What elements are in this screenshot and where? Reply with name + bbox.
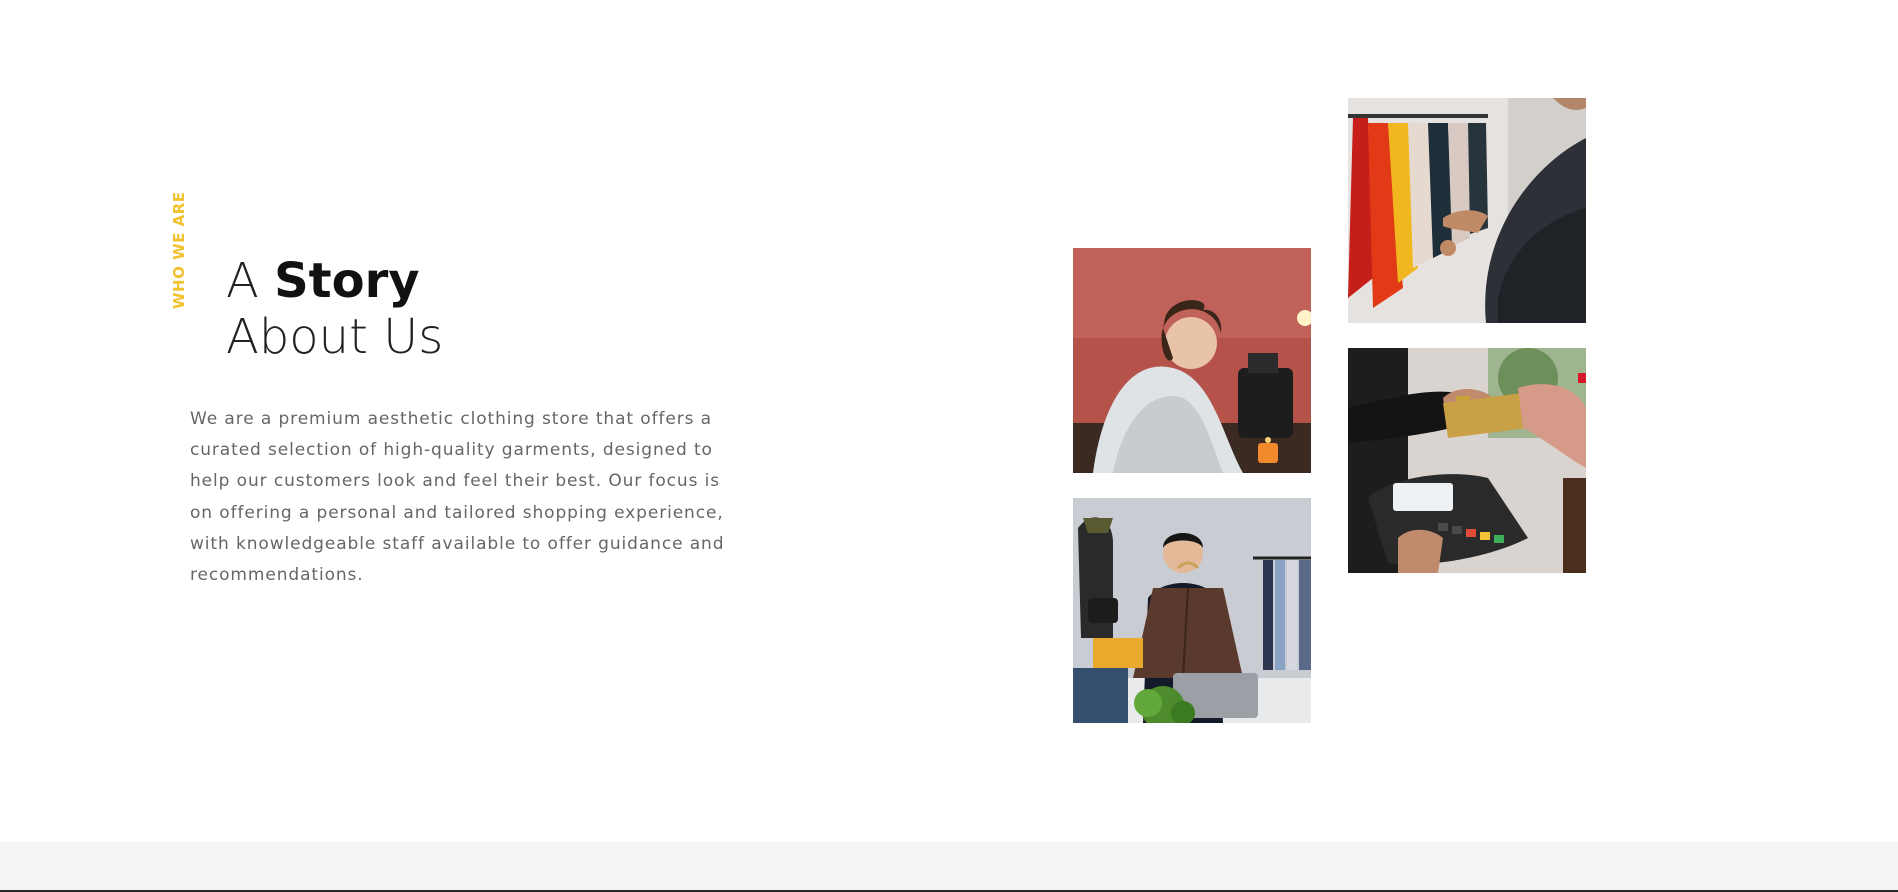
headline-emphasis: Story [274,253,420,309]
footer-band [0,842,1898,892]
card-payment-photo [1348,348,1586,573]
section-eyebrow: WHO WE ARE [170,191,188,310]
clothing-live-stream-photo [1073,498,1311,723]
headline-line-2: About Us [226,309,444,365]
about-section: WHO WE ARE A Story About Us We are a pre… [0,0,1898,892]
about-description: We are a premium aesthetic clothing stor… [190,409,725,586]
tailor-sewing-photo [1073,248,1311,473]
section-headline: A Story About Us [226,253,443,365]
clothes-rack-photo [1348,98,1586,323]
headline-prefix: A [226,253,275,309]
